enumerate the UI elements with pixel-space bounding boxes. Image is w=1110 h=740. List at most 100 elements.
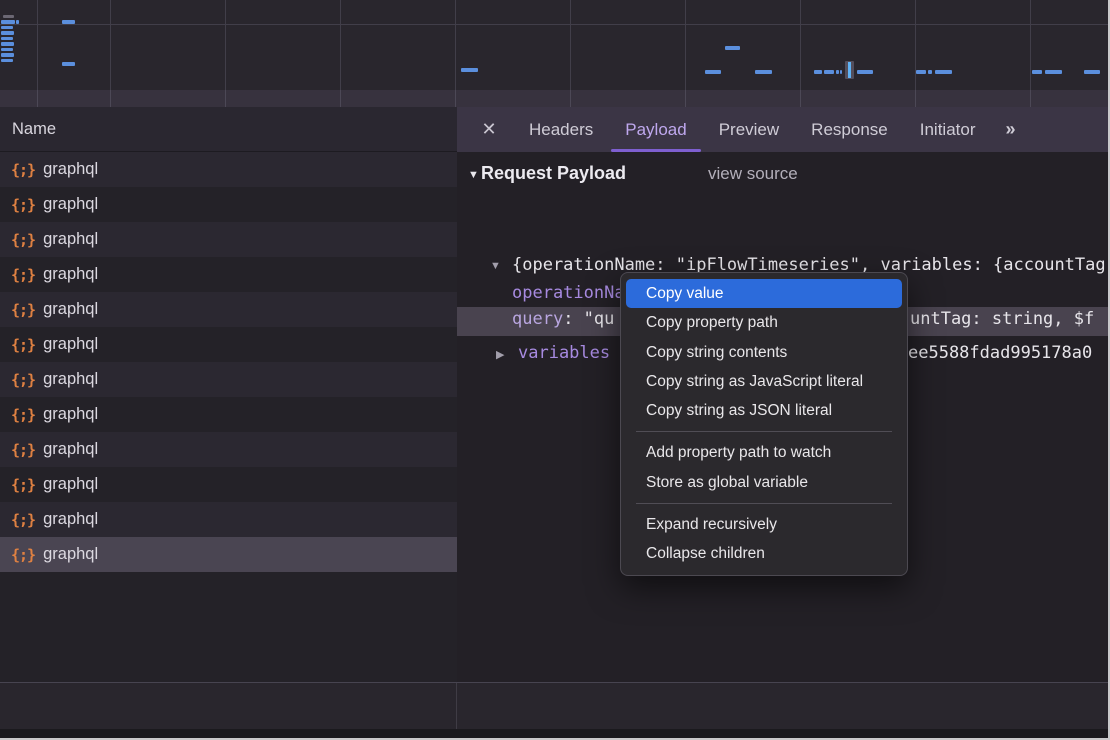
waterfall-bar — [62, 62, 75, 66]
overview-horizontal-gridline — [0, 24, 1108, 25]
property-key: variables — [518, 343, 610, 363]
close-details-button[interactable]: ✕ — [477, 119, 501, 140]
property-text: query: "qu — [512, 309, 614, 329]
tabs-holder: HeadersPayloadPreviewResponseInitiator — [513, 107, 991, 152]
request-label: graphql — [43, 370, 98, 389]
payload-section-header[interactable]: ▼ Request Payload view source — [457, 162, 1108, 192]
request-row[interactable]: {;} graphql — [0, 257, 457, 292]
overview-gridlines — [0, 0, 1108, 90]
request-label: graphql — [43, 230, 98, 249]
overview-selection-marker — [845, 61, 854, 79]
json-icon: {;} — [11, 406, 35, 424]
triangle-down-icon: ▼ — [490, 260, 501, 272]
request-label: graphql — [43, 510, 98, 529]
tab-payload[interactable]: Payload — [609, 107, 702, 152]
waterfall-bar — [725, 46, 740, 50]
waterfall-bar — [928, 70, 932, 74]
waterfall-bar — [1, 59, 13, 63]
request-row[interactable]: {;} graphql — [0, 467, 457, 502]
waterfall-bar — [814, 70, 822, 74]
request-label: graphql — [43, 440, 98, 459]
waterfall-bar — [1, 37, 13, 41]
devtools-window: Name {;}graphql{;}graphql{;}graphql{;}gr… — [0, 0, 1108, 738]
network-overview-pane[interactable] — [0, 0, 1108, 107]
json-icon: {;} — [11, 371, 35, 389]
property-value-start: "qu — [584, 309, 615, 329]
waterfall-bar — [836, 70, 839, 74]
request-label: graphql — [43, 265, 98, 284]
waterfall-bar — [857, 70, 873, 74]
request-list-panel: Name {;}graphql{;}graphql{;}graphql{;}gr… — [0, 107, 458, 683]
context-menu-item[interactable]: Copy value — [626, 279, 902, 308]
tab-headers[interactable]: Headers — [513, 107, 609, 152]
json-icon: {;} — [11, 336, 35, 354]
triangle-down-icon: ▼ — [468, 169, 479, 181]
context-menu-item[interactable]: Copy string as JavaScript literal — [626, 367, 902, 396]
tab-initiator[interactable]: Initiator — [904, 107, 992, 152]
more-tabs-button[interactable]: » — [1005, 119, 1013, 140]
context-menu-item[interactable]: Collapse children — [626, 539, 902, 568]
menu-separator — [636, 431, 892, 432]
column-header-label: Name — [12, 120, 56, 138]
json-icon: {;} — [11, 161, 35, 179]
waterfall-bar — [16, 20, 19, 24]
request-label: graphql — [43, 300, 98, 319]
tab-response[interactable]: Response — [795, 107, 904, 152]
triangle-right-icon: ▶ — [496, 348, 504, 361]
section-title: Request Payload — [481, 163, 626, 184]
request-label: graphql — [43, 195, 98, 214]
json-icon: {;} — [11, 511, 35, 529]
waterfall-bar — [3, 15, 14, 18]
overview-timeline-strip — [0, 90, 1108, 108]
request-label: graphql — [43, 335, 98, 354]
request-rows: {;} graphql {;} graphql {;} graphql {;} graphql… — [0, 152, 457, 572]
request-row[interactable]: {;} graphql — [0, 292, 457, 327]
waterfall-bar — [755, 70, 772, 74]
waterfall-bar — [1, 31, 14, 35]
menu-separator — [636, 503, 892, 504]
waterfall-bar — [1084, 70, 1100, 74]
request-row[interactable]: {;}graphql — [0, 537, 457, 572]
waterfall-bar — [461, 68, 478, 72]
context-menu-item[interactable]: Copy property path — [626, 308, 902, 337]
waterfall-bar — [1, 20, 15, 24]
request-row[interactable]: {;} graphql — [0, 327, 457, 362]
waterfall-bar — [1032, 70, 1042, 74]
context-menu-item[interactable]: Expand recursively — [626, 510, 902, 539]
request-row[interactable]: {;} graphql — [0, 502, 457, 537]
json-icon: {;} — [11, 266, 35, 284]
waterfall-bar — [935, 70, 952, 74]
request-row[interactable]: {;} graphql — [0, 152, 457, 187]
waterfall-bar — [1045, 70, 1062, 74]
context-menu-item[interactable]: Add property path to watch — [626, 438, 902, 467]
request-row[interactable]: {;}graphql — [0, 397, 457, 432]
json-icon: {;} — [11, 546, 35, 564]
json-icon: {;} — [11, 196, 35, 214]
waterfall-bar — [1, 53, 14, 57]
request-row[interactable]: {;} graphql — [0, 362, 457, 397]
request-row[interactable]: {;}graphql — [0, 432, 457, 467]
waterfall-bar — [1, 48, 13, 52]
json-icon: {;} — [11, 476, 35, 494]
view-source-link[interactable]: view source — [708, 164, 798, 184]
marker-line — [848, 62, 851, 78]
context-menu-item[interactable]: Store as global variable — [626, 468, 902, 497]
waterfall-bar — [62, 20, 75, 24]
status-footer — [0, 682, 1108, 729]
column-header-name[interactable]: Name — [0, 107, 457, 152]
request-row[interactable]: {;} graphql — [0, 187, 457, 222]
request-label: graphql — [43, 475, 98, 494]
waterfall-bar — [840, 70, 842, 74]
context-menu-item[interactable]: Copy string as JSON literal — [626, 396, 902, 425]
property-value-fragment: ee5588fdad995178a0 — [908, 343, 1092, 363]
request-row[interactable]: {;}graphql — [0, 222, 457, 257]
context-menu-item[interactable]: Copy string contents — [626, 338, 902, 367]
request-label: graphql — [43, 160, 98, 179]
waterfall-bar — [824, 70, 834, 74]
context-menu: Copy valueCopy property pathCopy string … — [620, 272, 908, 576]
panel-divider[interactable] — [456, 683, 457, 729]
json-icon: {;} — [11, 301, 35, 319]
waterfall-bar — [1, 42, 14, 46]
tab-preview[interactable]: Preview — [703, 107, 795, 152]
details-tab-bar: ✕ HeadersPayloadPreviewResponseInitiator… — [457, 107, 1108, 153]
